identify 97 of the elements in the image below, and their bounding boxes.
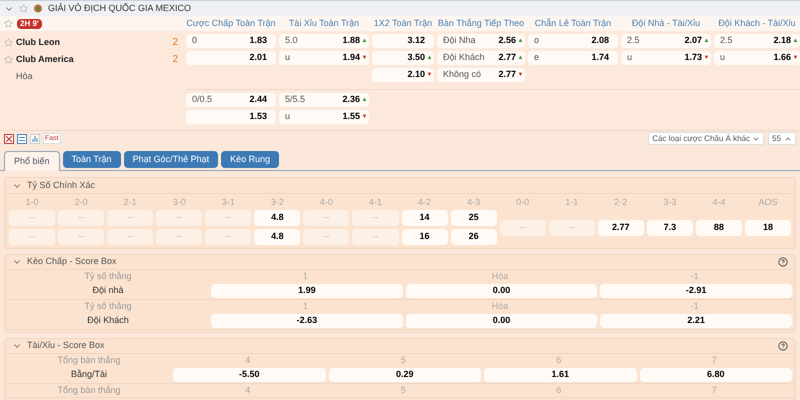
- help-icon[interactable]: [778, 257, 788, 267]
- match-time-badge: 2H 9': [17, 18, 42, 28]
- column-header: 6: [555, 384, 562, 397]
- list-icon[interactable]: [17, 134, 27, 144]
- star-icon[interactable]: [4, 38, 13, 47]
- column-header: Hòa: [490, 270, 510, 283]
- score-label: 4-3: [466, 196, 482, 209]
- score-label: 4-4: [711, 196, 726, 209]
- team-name: Club America: [16, 52, 74, 66]
- score-label: 0-0: [515, 196, 530, 209]
- odds-cell[interactable]: 2.21: [600, 314, 792, 328]
- score-label: AOS: [757, 196, 778, 209]
- score-label: 1-1: [564, 196, 580, 209]
- odds-cell[interactable]: o 2.08: [528, 34, 618, 48]
- column-header: -1: [690, 300, 700, 313]
- odds-cell[interactable]: 0.00: [406, 314, 598, 328]
- odds-cell[interactable]: 1.61: [484, 368, 636, 382]
- row-header: Tỷ số thắng: [83, 270, 133, 283]
- odds-cell[interactable]: 0.29: [328, 368, 481, 382]
- odds-cell[interactable]: e 1.74: [528, 51, 618, 65]
- tab[interactable]: Toàn Trận: [62, 151, 121, 168]
- odds-cell[interactable]: 16: [402, 229, 448, 245]
- column-header: Chẵn Lẻ Toàn Trận: [534, 16, 612, 30]
- odds-cell[interactable]: 25: [450, 210, 497, 226]
- column-header: Tài Xỉu Toàn Trận: [288, 16, 360, 30]
- help-icon[interactable]: [778, 341, 788, 351]
- section-title: Kèo Chấp - Score Box: [27, 255, 117, 268]
- row-label: Bằng/Tài: [70, 368, 108, 382]
- odds-cell[interactable]: 4.8: [254, 210, 300, 226]
- odds-cell[interactable]: -2.91: [600, 284, 792, 298]
- row-label: Đội nhà: [91, 284, 125, 298]
- odds-cell[interactable]: -5.50: [173, 368, 326, 382]
- column-header: 7: [710, 354, 718, 367]
- column-header: -1: [690, 270, 700, 283]
- odds-cell[interactable]: 0.00: [406, 284, 598, 298]
- star-icon[interactable]: [19, 4, 28, 13]
- star-icon[interactable]: [4, 19, 13, 28]
- odds-cell[interactable]: 0/0.5 2.44: [186, 93, 276, 107]
- odds-cell[interactable]: -2.63: [211, 314, 403, 328]
- row-label: Đội Khách: [86, 314, 130, 328]
- score-label: 3-2: [270, 196, 285, 209]
- score-label: 2-1: [122, 196, 138, 209]
- flag-icon: [33, 4, 43, 13]
- odds-cell[interactable]: 2.01: [186, 51, 276, 65]
- odds-cell[interactable]: 18: [744, 220, 791, 236]
- score-label: 3-0: [172, 196, 187, 209]
- tab[interactable]: Phổ biến: [4, 151, 60, 171]
- column-header: 4: [244, 354, 252, 367]
- chart-icon[interactable]: [30, 134, 40, 144]
- column-header: 1: [302, 270, 309, 283]
- section-title: Tài/Xỉu - Score Box: [27, 339, 105, 352]
- row-header: Tỷ số thắng: [83, 300, 133, 313]
- star-icon[interactable]: [4, 55, 13, 64]
- odds-cell[interactable]: 1.99: [211, 284, 403, 298]
- team-score: 2: [172, 53, 178, 67]
- score-label: 4-0: [318, 196, 334, 209]
- column-header: 5: [400, 384, 407, 397]
- column-header: Đội Khách - Tài/Xỉu: [717, 16, 797, 30]
- odds-cell[interactable]: 88: [696, 220, 742, 236]
- column-header: 4: [244, 384, 252, 397]
- odds-cell[interactable]: 7.3: [646, 220, 693, 236]
- row-header: Tổng bàn thắng: [56, 384, 122, 397]
- column-header: 1: [302, 300, 309, 313]
- column-header: Hòa: [490, 300, 510, 313]
- score-label: 2-0: [74, 196, 89, 209]
- league-title: GIẢI VÔ ĐỊCH QUỐC GIA MEXICO: [48, 2, 192, 15]
- column-header: Cược Chấp Toàn Trận: [186, 16, 276, 30]
- column-header: 7: [710, 384, 718, 397]
- odds-cell[interactable]: 0 1.83: [186, 34, 276, 48]
- column-header: 6: [555, 354, 562, 367]
- odds-cell[interactable]: 6.80: [640, 368, 792, 382]
- score-label: 4-1: [368, 196, 383, 209]
- tab[interactable]: Phạt Góc/Thẻ Phạt: [124, 151, 218, 168]
- section-title: Tỷ Số Chính Xác: [27, 178, 96, 192]
- row-header: Tổng bàn thắng: [56, 354, 122, 367]
- team-name: Club Leon: [16, 36, 60, 49]
- score-label: 3-3: [662, 196, 678, 209]
- score-label: 3-1: [220, 196, 236, 209]
- odds-cell[interactable]: 26: [450, 229, 497, 245]
- odds-cell[interactable]: 2.77: [598, 220, 644, 236]
- odds-cell[interactable]: 3.12: [372, 34, 434, 48]
- grid-icon[interactable]: [4, 134, 14, 144]
- odds-cell[interactable]: 1.53: [186, 110, 276, 124]
- column-header: 1X2 Toàn Trận: [372, 16, 434, 30]
- team-name: Hòa: [16, 70, 33, 83]
- column-header: Bàn Thắng Tiếp Theo: [437, 16, 525, 30]
- score-label: 4-2: [417, 196, 432, 209]
- odds-cell[interactable]: 4.8: [254, 229, 300, 245]
- score-label: 1-0: [24, 196, 40, 209]
- team-score: 2: [172, 36, 178, 50]
- column-header: 5: [400, 354, 407, 367]
- score-label: 2-2: [613, 196, 628, 209]
- tab[interactable]: Kèo Rung: [221, 151, 280, 168]
- count-dropdown[interactable]: 55: [768, 132, 796, 145]
- column-header: Đội Nhà - Tài/Xỉu: [630, 16, 702, 30]
- odds-cell[interactable]: 14: [402, 210, 448, 226]
- market-dropdown[interactable]: Các loại cược Châu Á khác: [648, 132, 764, 145]
